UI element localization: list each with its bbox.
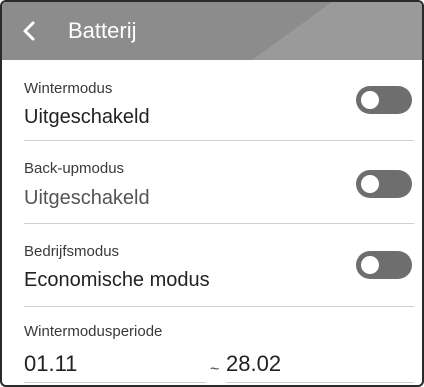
end-underline: [226, 382, 414, 383]
page-title: Batterij: [68, 18, 137, 43]
setting-value: Uitgeschakeld: [24, 187, 150, 209]
setting-value: Uitgeschakeld: [24, 106, 150, 128]
period-separator: ~: [210, 361, 220, 378]
winter-period-start[interactable]: 01.11: [24, 351, 77, 377]
setting-row-backup-mode: Back-upmodus Uitgeschakeld: [24, 141, 414, 223]
backup-mode-toggle[interactable]: [356, 170, 412, 198]
setting-row-winter-mode: Wintermodus Uitgeschakeld: [24, 60, 414, 140]
toggle-knob: [361, 175, 379, 193]
app-header: Batterij: [2, 2, 422, 60]
chevron-left-icon[interactable]: [18, 19, 42, 43]
setting-label: Back-upmodus: [24, 160, 125, 177]
operating-mode-toggle[interactable]: [356, 251, 412, 279]
winter-period-label: Wintermodusperiode: [24, 323, 163, 340]
winter-mode-toggle[interactable]: [356, 86, 412, 114]
toggle-knob: [361, 256, 379, 274]
setting-label: Bedrijfsmodus: [24, 243, 120, 260]
start-underline: [24, 382, 206, 383]
setting-value[interactable]: Economische modus: [24, 268, 210, 292]
header-decoration: [252, 2, 422, 60]
setting-label: Wintermodus: [24, 80, 113, 97]
winter-period-end[interactable]: 28.02: [226, 351, 281, 377]
setting-row-operating-mode: Bedrijfsmodus Economische modus: [24, 224, 414, 306]
battery-settings-screen: Batterij Wintermodus Uitgeschakeld Back-…: [0, 0, 424, 387]
toggle-knob: [361, 91, 379, 109]
